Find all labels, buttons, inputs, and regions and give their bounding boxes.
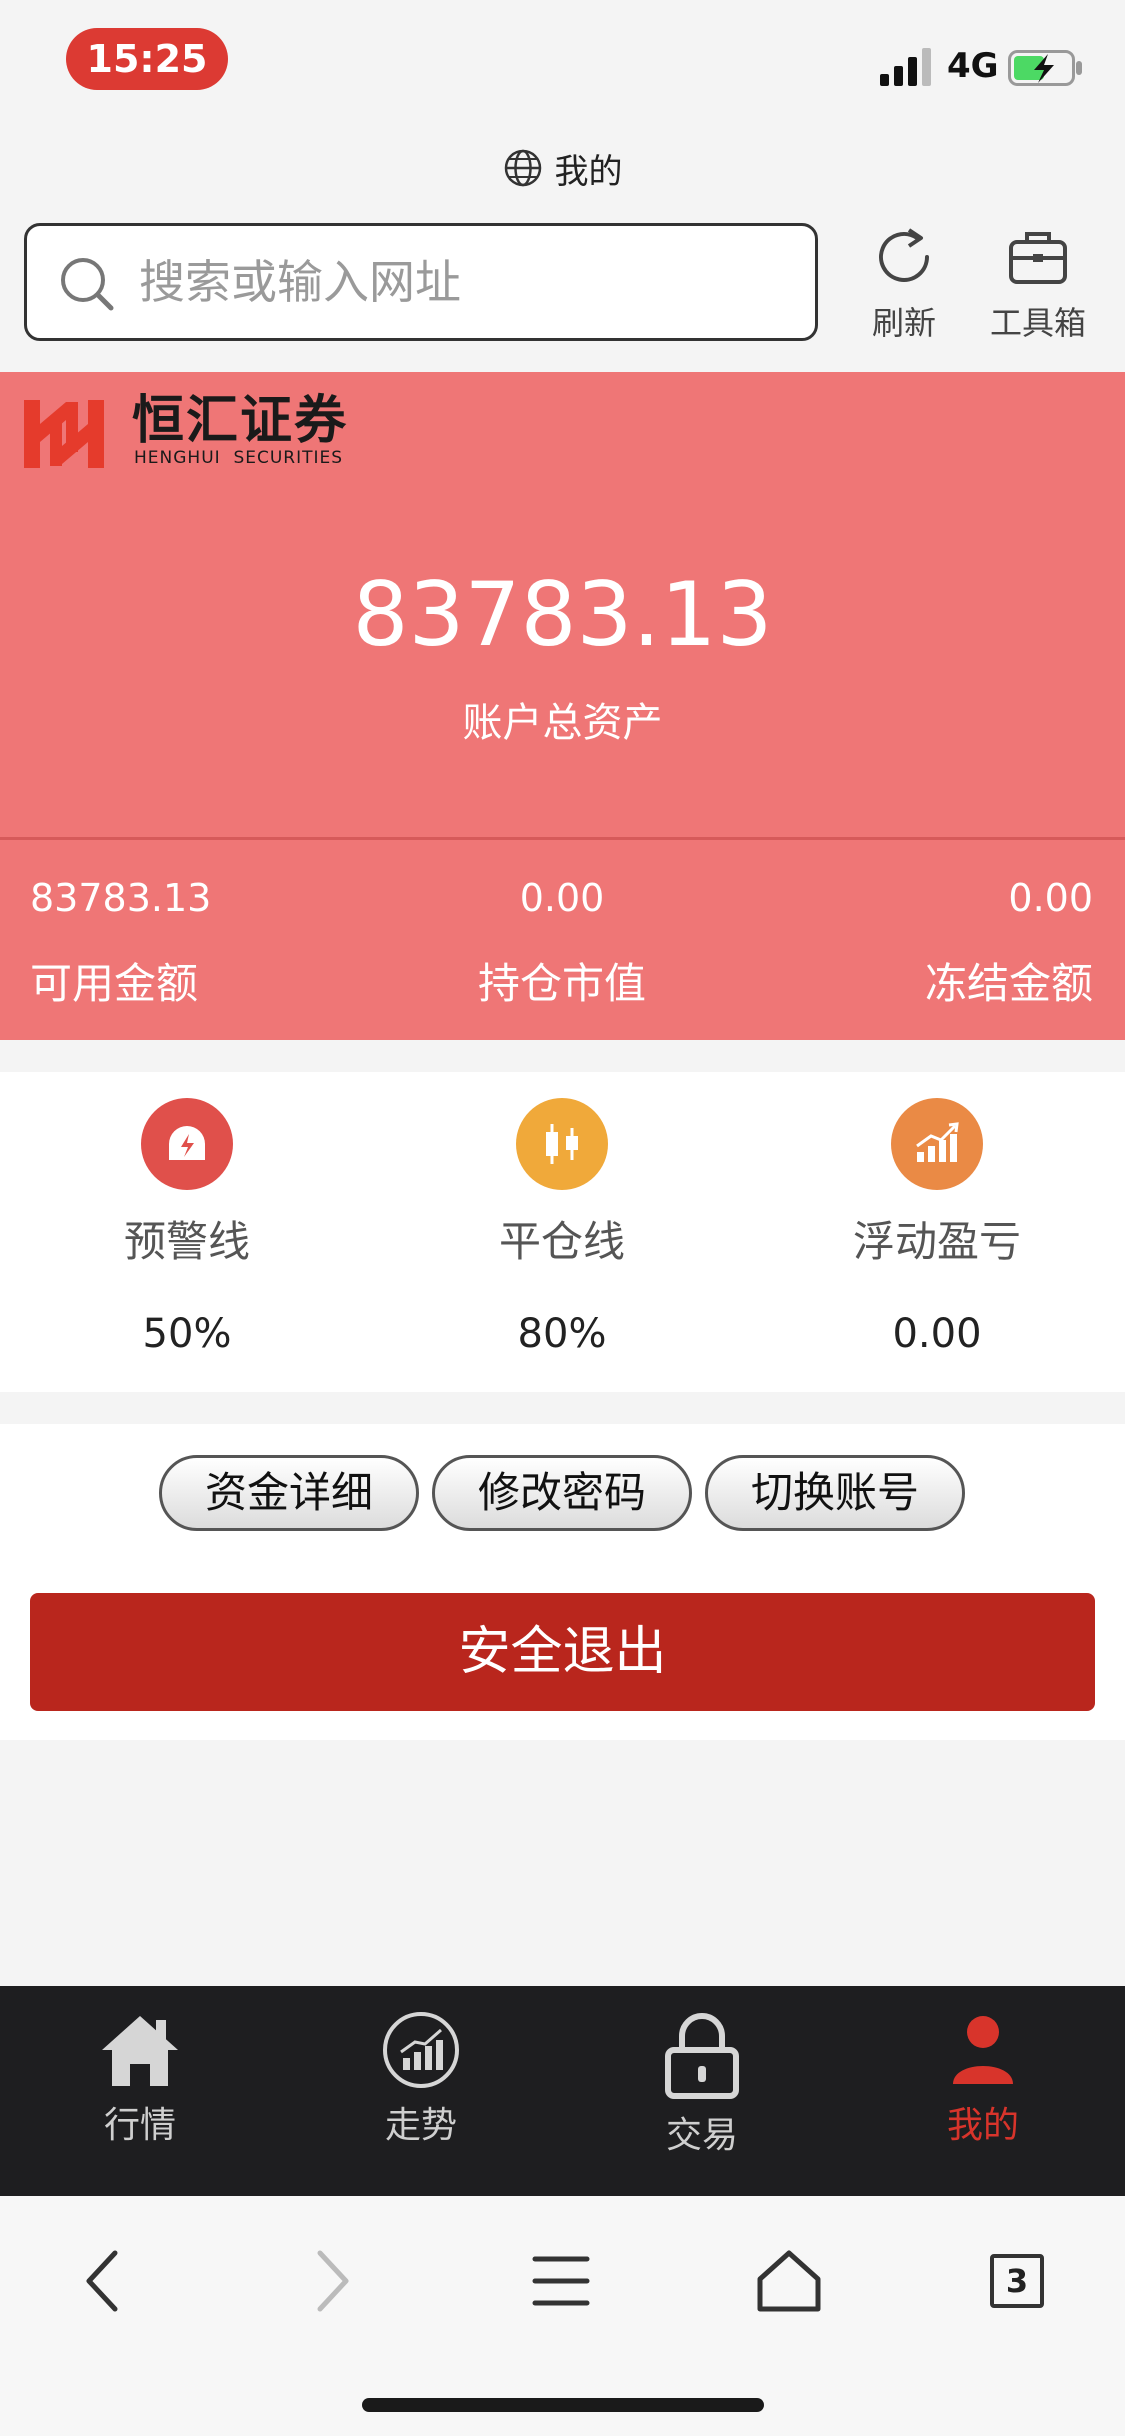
- warning-line-value: 50%: [142, 1311, 232, 1357]
- lock-icon: [665, 2013, 739, 2099]
- position-value-value: 0.00: [519, 876, 605, 920]
- user-icon: [953, 2016, 1013, 2084]
- change-password-button[interactable]: 修改密码: [432, 1455, 692, 1531]
- frozen-amount-label: 冻结金额: [924, 959, 1093, 1008]
- indicator-warning-line: 预警线 50%: [37, 1098, 337, 1357]
- network-type: 4G: [947, 46, 999, 86]
- nav-item-market[interactable]: 行情: [40, 2010, 240, 2148]
- floating-pnl-value: 0.00: [892, 1311, 982, 1357]
- menu-icon: [532, 2256, 590, 2306]
- brand-name-en: HENGHUI SECURITIES: [134, 448, 344, 468]
- warning-alarm-icon: [141, 1098, 233, 1190]
- total-assets-label: 账户总资产: [462, 700, 663, 746]
- browser-tabs-button[interactable]: 3: [972, 2246, 1062, 2316]
- liquidation-line-value: 80%: [517, 1311, 607, 1357]
- chevron-right-icon: [317, 2250, 349, 2312]
- fund-details-button[interactable]: 资金详细: [159, 1455, 419, 1531]
- frozen-amount-value: 0.00: [1008, 876, 1093, 920]
- toolbox-label: 工具箱: [989, 304, 1086, 342]
- home-outline-icon: [757, 2250, 821, 2312]
- globe-icon: [504, 149, 541, 187]
- nav-label-trend: 走势: [384, 2105, 457, 2146]
- switch-account-button[interactable]: 切换账号: [705, 1455, 965, 1531]
- brand-name-cn: 恒汇证券: [132, 391, 349, 451]
- logout-button[interactable]: 安全退出: [30, 1593, 1095, 1711]
- refresh-icon: [879, 228, 929, 282]
- floating-pnl-label: 浮动盈亏: [852, 1217, 1021, 1266]
- page-title: 我的: [0, 140, 1125, 196]
- indicator-floating-pnl: 浮动盈亏 0.00: [787, 1098, 1087, 1357]
- home-indicator: [362, 2398, 764, 2412]
- liquidation-line-label: 平仓线: [498, 1217, 625, 1266]
- refresh-button[interactable]: 刷新: [844, 222, 964, 344]
- position-value-label: 持仓市值: [477, 959, 646, 1008]
- nav-label-market: 行情: [103, 2105, 176, 2146]
- chevron-left-icon: [86, 2250, 118, 2312]
- toolbox-icon: [1009, 232, 1067, 284]
- nav-item-trade[interactable]: 交易: [602, 2010, 802, 2158]
- toolbox-button[interactable]: 工具箱: [978, 222, 1098, 344]
- candlestick-icon: [516, 1098, 608, 1190]
- card-divider: [0, 837, 1125, 840]
- available-amount-value: 83783.13: [30, 876, 212, 920]
- brand-logo: 恒汇证券 HENGHUI SECURITIES: [22, 392, 382, 474]
- henghui-logo-mark: [24, 400, 104, 468]
- nav-item-mine[interactable]: 我的: [883, 2010, 1083, 2148]
- total-assets-value: 83783.13: [352, 563, 773, 666]
- nav-label-mine: 我的: [946, 2105, 1019, 2146]
- browser-home-button[interactable]: [744, 2246, 834, 2316]
- trend-icon: [383, 2012, 459, 2088]
- cellular-signal-icon: [880, 48, 931, 86]
- available-amount-label: 可用金额: [30, 959, 199, 1008]
- address-search-input[interactable]: 搜索或输入网址: [24, 223, 818, 341]
- indicator-liquidation-line: 平仓线 80%: [412, 1098, 712, 1357]
- search-icon: [61, 258, 114, 311]
- browser-back-button[interactable]: [58, 2246, 148, 2316]
- home-icon: [102, 2016, 178, 2086]
- nav-item-trend[interactable]: 走势: [321, 2010, 521, 2148]
- status-time: 15:25: [66, 28, 228, 90]
- battery-charging-icon: [1008, 50, 1082, 86]
- browser-menu-button[interactable]: [516, 2246, 606, 2316]
- browser-forward-button[interactable]: [287, 2246, 377, 2316]
- rising-bars-icon: [891, 1098, 983, 1190]
- page-title-text: 我的: [554, 151, 623, 192]
- tab-count-badge: 3: [990, 2254, 1044, 2308]
- nav-label-trade: 交易: [665, 2115, 738, 2156]
- refresh-label: 刷新: [871, 304, 936, 342]
- warning-line-label: 预警线: [123, 1217, 250, 1266]
- search-placeholder: 搜索或输入网址: [139, 255, 461, 309]
